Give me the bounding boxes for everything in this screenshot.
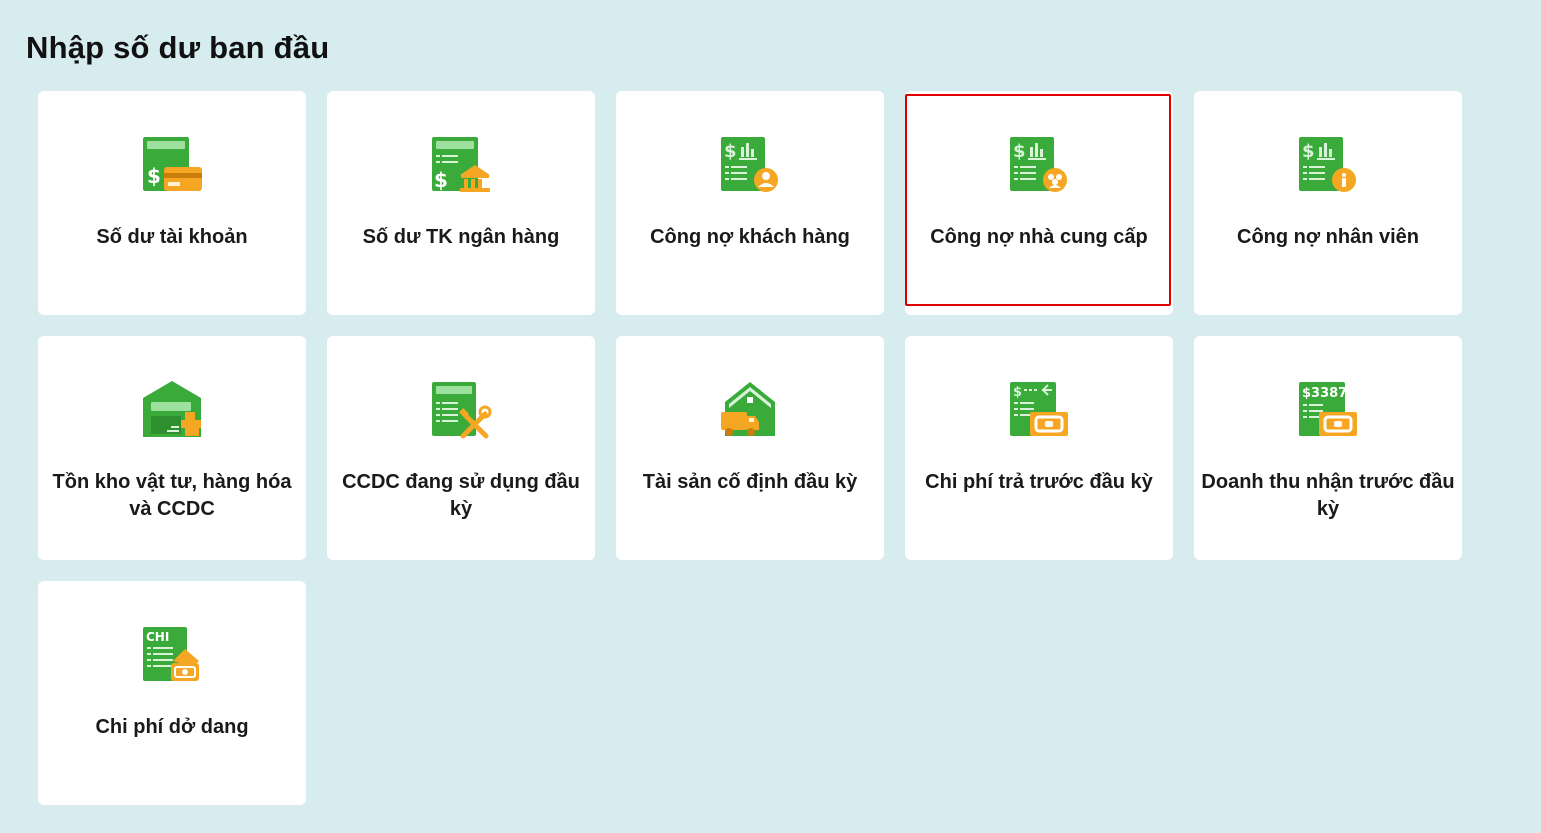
- card-prepaid-expense[interactable]: $ Chi phí trả trước đầu kỳ: [905, 336, 1173, 560]
- card-bank-account-balance[interactable]: $ Số dư TK ngân hàng: [327, 91, 595, 315]
- card-work-in-progress-cost[interactable]: CHI Chi phí dở dang: [38, 581, 306, 805]
- card-label: Doanh thu nhận trước đầu kỳ: [1201, 471, 1455, 520]
- svg-text:$: $: [147, 164, 161, 188]
- employee-debt-icon: $: [1297, 135, 1359, 195]
- bank-account-balance-icon: $: [430, 135, 492, 195]
- card-customer-debt[interactable]: $ Công nợ khách hàng: [616, 91, 884, 315]
- card-employee-debt[interactable]: $ Công nợ nhân viên: [1194, 91, 1462, 315]
- icon-text: CHI: [146, 630, 169, 644]
- card-account-balance[interactable]: $ Số dư tài khoản: [38, 91, 306, 315]
- work-in-progress-cost-icon: CHI: [141, 625, 203, 685]
- card-label: Công nợ khách hàng: [650, 226, 850, 248]
- opening-balance-grid: $ Số dư tài khoản $ Số dư TK ngân hàng $…: [38, 91, 1462, 805]
- icon-text: $3387: [1302, 386, 1347, 401]
- card-label: Số dư TK ngân hàng: [362, 226, 560, 248]
- unearned-revenue-icon: $3387: [1297, 380, 1359, 440]
- card-label: Công nợ nhân viên: [1237, 226, 1419, 248]
- card-unearned-revenue[interactable]: $3387 Doanh thu nhận trước đầu kỳ: [1194, 336, 1462, 560]
- card-label: Chi phí trả trước đầu kỳ: [925, 471, 1153, 493]
- page-title: Nhập số dư ban đầu: [26, 30, 330, 65]
- fixed-asset-icon: [719, 380, 781, 440]
- svg-text:$: $: [1013, 385, 1022, 400]
- card-tools-in-use[interactable]: CCDC đang sử dụng đầu kỳ: [327, 336, 595, 560]
- tools-in-use-icon: [430, 380, 492, 440]
- prepaid-expense-icon: $: [1008, 380, 1070, 440]
- card-label: CCDC đang sử dụng đầu kỳ: [342, 471, 580, 520]
- svg-text:$: $: [434, 168, 448, 192]
- card-label: Tài sản cố định đầu kỳ: [642, 471, 858, 493]
- card-warehouse-inventory[interactable]: Tồn kho vật tư, hàng hóa và CCDC: [38, 336, 306, 560]
- account-balance-card-icon: $: [141, 135, 203, 195]
- customer-debt-icon: $: [719, 135, 781, 195]
- card-label: Tồn kho vật tư, hàng hóa và CCDC: [52, 471, 292, 520]
- card-supplier-debt[interactable]: $ Công nợ nhà cung cấp: [905, 91, 1173, 315]
- svg-text:$: $: [1013, 141, 1026, 162]
- card-fixed-asset[interactable]: Tài sản cố định đầu kỳ: [616, 336, 884, 560]
- card-label: Công nợ nhà cung cấp: [930, 226, 1148, 248]
- svg-text:$: $: [1302, 141, 1315, 162]
- card-label: Số dư tài khoản: [96, 226, 248, 248]
- warehouse-inventory-icon: [141, 380, 203, 440]
- svg-text:$: $: [724, 141, 737, 162]
- card-label: Chi phí dở dang: [95, 716, 249, 738]
- supplier-debt-icon: $: [1008, 135, 1070, 195]
